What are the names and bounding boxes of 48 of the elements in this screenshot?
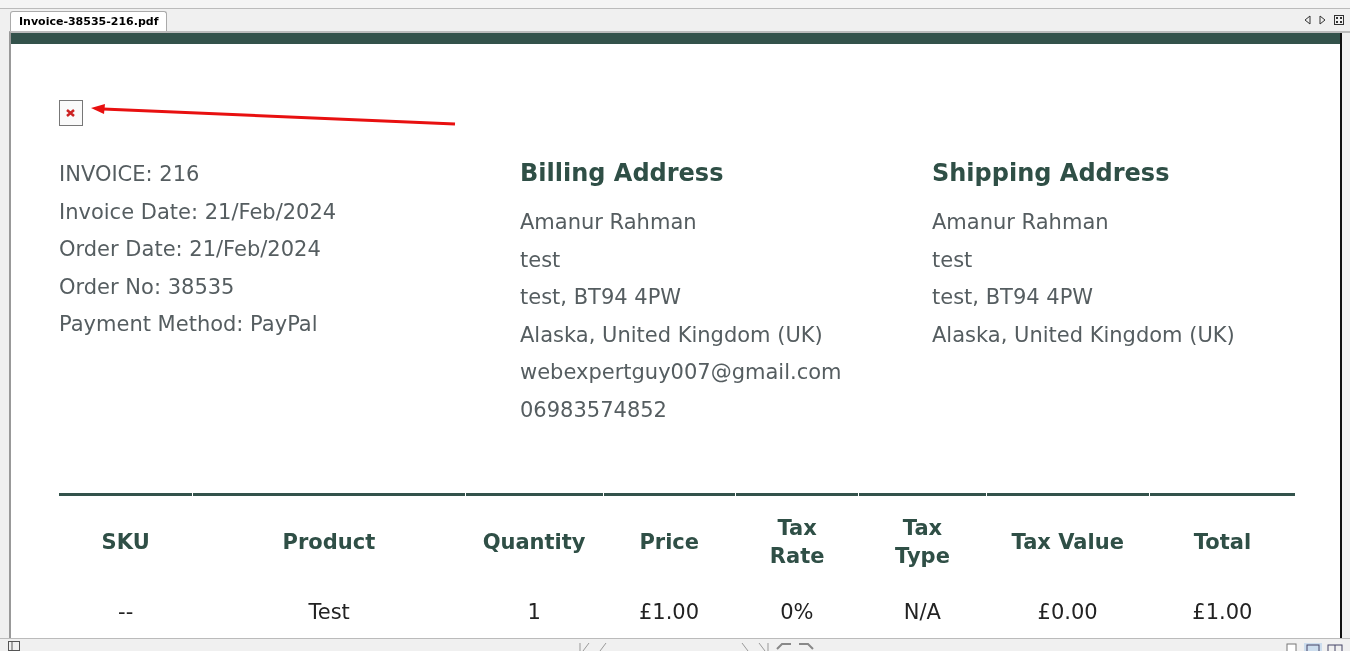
column-header: Price xyxy=(603,493,735,587)
column-header: Tax Rate xyxy=(735,493,859,587)
billing-line: test xyxy=(520,246,562,274)
scroll-left-icon[interactable] xyxy=(1304,15,1311,25)
last-page-icon[interactable] xyxy=(756,643,770,651)
column-header: Product xyxy=(193,493,465,587)
invoice-detail: INVOICE: 216 xyxy=(59,161,201,188)
broken-image-icon xyxy=(59,100,83,126)
table-cell-text: £1.00 xyxy=(637,599,701,626)
billing-line: 06983574852 xyxy=(520,396,668,424)
billing-line: Alaska, United Kingdom (UK) xyxy=(520,321,824,349)
column-header: Tax Value xyxy=(986,493,1149,587)
column-header: Total xyxy=(1149,493,1295,587)
forward-icon[interactable] xyxy=(798,643,814,651)
billing-line: test, BT94 4PW xyxy=(520,284,683,311)
table-cell-text: £0.00 xyxy=(1036,599,1099,626)
billing-line: webexpertguy007@gmail.com xyxy=(520,359,843,386)
document-tab[interactable]: Invoice-38535-216.pdf xyxy=(10,11,168,31)
table-cell-text: £1.00 xyxy=(1191,599,1254,626)
shipping-heading: Shipping Address xyxy=(932,158,1171,189)
two-page-icon[interactable] xyxy=(1326,643,1344,651)
table-cell-text: N/A xyxy=(902,599,942,626)
back-icon[interactable] xyxy=(776,643,792,651)
table-cell-text: 1 xyxy=(526,599,542,626)
zoom-icon[interactable] xyxy=(1286,643,1300,651)
column-header: SKU xyxy=(59,493,193,587)
invoice-detail: Order No: 38535 xyxy=(59,273,236,301)
table-cell-text: -- xyxy=(117,599,135,626)
panel-icon[interactable] xyxy=(8,641,20,651)
invoice-detail: Order Date: 21/Feb/2024 xyxy=(59,236,322,263)
column-header: Quantity xyxy=(465,493,603,587)
next-page-icon[interactable] xyxy=(740,643,750,651)
billing-line: Amanur Rahman xyxy=(520,209,698,236)
shipping-line: Amanur Rahman xyxy=(932,209,1110,236)
table-cell-text: 0% xyxy=(779,599,815,626)
shipping-line: test xyxy=(932,246,974,274)
shipping-line: test, BT94 4PW xyxy=(932,284,1095,311)
invoice-detail: Payment Method: PayPal xyxy=(59,311,319,338)
billing-heading: Billing Address xyxy=(520,158,725,189)
column-header: Tax Type xyxy=(859,493,986,587)
first-page-icon[interactable] xyxy=(578,643,592,651)
grid-icon[interactable] xyxy=(1334,15,1344,25)
single-page-icon[interactable] xyxy=(1304,643,1322,651)
previous-page-icon[interactable] xyxy=(598,643,608,651)
invoice-detail: Invoice Date: 21/Feb/2024 xyxy=(59,198,338,226)
shipping-line: Alaska, United Kingdom (UK) xyxy=(932,321,1235,349)
scroll-right-icon[interactable] xyxy=(1319,15,1326,25)
table-cell-text: Test xyxy=(307,599,351,626)
